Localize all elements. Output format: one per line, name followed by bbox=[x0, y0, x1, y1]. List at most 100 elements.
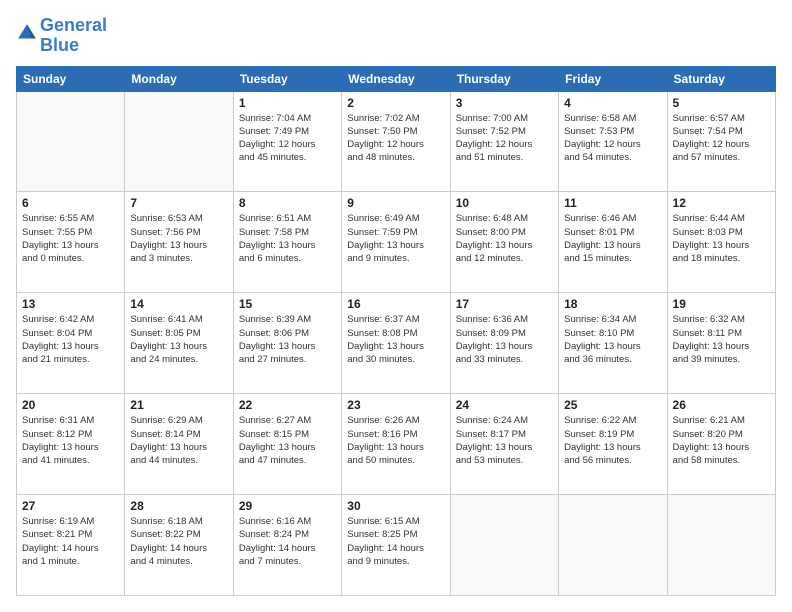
day-cell bbox=[17, 91, 125, 192]
day-number: 15 bbox=[239, 297, 336, 311]
weekday-friday: Friday bbox=[559, 66, 667, 91]
day-info: Sunrise: 6:31 AM Sunset: 8:12 PM Dayligh… bbox=[22, 414, 119, 467]
day-info: Sunrise: 6:19 AM Sunset: 8:21 PM Dayligh… bbox=[22, 515, 119, 568]
logo: General Blue bbox=[16, 16, 107, 56]
day-info: Sunrise: 6:49 AM Sunset: 7:59 PM Dayligh… bbox=[347, 212, 444, 265]
day-cell: 23 Sunrise: 6:26 AM Sunset: 8:16 PM Dayli… bbox=[342, 394, 450, 495]
day-cell: 6 Sunrise: 6:55 AM Sunset: 7:55 PM Daylig… bbox=[17, 192, 125, 293]
day-number: 2 bbox=[347, 96, 444, 110]
day-cell: 20 Sunrise: 6:31 AM Sunset: 8:12 PM Dayli… bbox=[17, 394, 125, 495]
day-cell: 2 Sunrise: 7:02 AM Sunset: 7:50 PM Daylig… bbox=[342, 91, 450, 192]
day-cell: 18Sunrise: 6:34 AM Sunset: 8:10 PM Dayli… bbox=[559, 293, 667, 394]
day-cell: 13Sunrise: 6:42 AM Sunset: 8:04 PM Dayli… bbox=[17, 293, 125, 394]
day-cell bbox=[559, 495, 667, 596]
day-cell: 1 Sunrise: 7:04 AM Sunset: 7:49 PM Daylig… bbox=[233, 91, 341, 192]
day-number: 18 bbox=[564, 297, 661, 311]
day-number: 30 bbox=[347, 499, 444, 513]
day-info: Sunrise: 6:53 AM Sunset: 7:56 PM Dayligh… bbox=[130, 212, 227, 265]
day-number: 6 bbox=[22, 196, 119, 210]
day-cell: 22 Sunrise: 6:27 AM Sunset: 8:15 PM Dayli… bbox=[233, 394, 341, 495]
day-number: 25 bbox=[564, 398, 661, 412]
week-row-2: 6 Sunrise: 6:55 AM Sunset: 7:55 PM Daylig… bbox=[17, 192, 776, 293]
day-number: 13 bbox=[22, 297, 119, 311]
day-cell bbox=[450, 495, 558, 596]
logo-text-line1: General bbox=[40, 16, 107, 36]
day-info: Sunrise: 6:58 AM Sunset: 7:53 PM Dayligh… bbox=[564, 112, 661, 165]
day-cell: 5 Sunrise: 6:57 AM Sunset: 7:54 PM Daylig… bbox=[667, 91, 775, 192]
week-row-1: 1 Sunrise: 7:04 AM Sunset: 7:49 PM Daylig… bbox=[17, 91, 776, 192]
day-info: Sunrise: 7:02 AM Sunset: 7:50 PM Dayligh… bbox=[347, 112, 444, 165]
day-number: 26 bbox=[673, 398, 770, 412]
day-info: Sunrise: 6:22 AM Sunset: 8:19 PM Dayligh… bbox=[564, 414, 661, 467]
day-number: 8 bbox=[239, 196, 336, 210]
day-number: 12 bbox=[673, 196, 770, 210]
day-cell: 30 Sunrise: 6:15 AM Sunset: 8:25 PM Dayli… bbox=[342, 495, 450, 596]
week-row-3: 13Sunrise: 6:42 AM Sunset: 8:04 PM Dayli… bbox=[17, 293, 776, 394]
day-info: Sunrise: 6:29 AM Sunset: 8:14 PM Dayligh… bbox=[130, 414, 227, 467]
day-number: 10 bbox=[456, 196, 553, 210]
day-info: Sunrise: 6:48 AM Sunset: 8:00 PM Dayligh… bbox=[456, 212, 553, 265]
day-info: Sunrise: 6:36 AM Sunset: 8:09 PM Dayligh… bbox=[456, 313, 553, 366]
day-number: 16 bbox=[347, 297, 444, 311]
day-cell: 7 Sunrise: 6:53 AM Sunset: 7:56 PM Daylig… bbox=[125, 192, 233, 293]
day-info: Sunrise: 6:39 AM Sunset: 8:06 PM Dayligh… bbox=[239, 313, 336, 366]
week-row-5: 27 Sunrise: 6:19 AM Sunset: 8:21 PM Dayli… bbox=[17, 495, 776, 596]
day-cell: 25 Sunrise: 6:22 AM Sunset: 8:19 PM Dayli… bbox=[559, 394, 667, 495]
day-cell: 21Sunrise: 6:29 AM Sunset: 8:14 PM Dayli… bbox=[125, 394, 233, 495]
weekday-tuesday: Tuesday bbox=[233, 66, 341, 91]
day-cell: 4 Sunrise: 6:58 AM Sunset: 7:53 PM Daylig… bbox=[559, 91, 667, 192]
day-cell: 27 Sunrise: 6:19 AM Sunset: 8:21 PM Dayli… bbox=[17, 495, 125, 596]
day-number: 14 bbox=[130, 297, 227, 311]
day-info: Sunrise: 6:55 AM Sunset: 7:55 PM Dayligh… bbox=[22, 212, 119, 265]
day-info: Sunrise: 7:04 AM Sunset: 7:49 PM Dayligh… bbox=[239, 112, 336, 165]
day-number: 1 bbox=[239, 96, 336, 110]
page: General Blue SundayMondayTuesdayWednesda… bbox=[0, 0, 792, 612]
day-cell: 15 Sunrise: 6:39 AM Sunset: 8:06 PM Dayli… bbox=[233, 293, 341, 394]
day-cell: 10 Sunrise: 6:48 AM Sunset: 8:00 PM Dayli… bbox=[450, 192, 558, 293]
day-cell: 24Sunrise: 6:24 AM Sunset: 8:17 PM Dayli… bbox=[450, 394, 558, 495]
weekday-header-row: SundayMondayTuesdayWednesdayThursdayFrid… bbox=[17, 66, 776, 91]
week-row-4: 20 Sunrise: 6:31 AM Sunset: 8:12 PM Dayli… bbox=[17, 394, 776, 495]
day-info: Sunrise: 6:57 AM Sunset: 7:54 PM Dayligh… bbox=[673, 112, 770, 165]
day-info: Sunrise: 6:18 AM Sunset: 8:22 PM Dayligh… bbox=[130, 515, 227, 568]
day-number: 4 bbox=[564, 96, 661, 110]
weekday-sunday: Sunday bbox=[17, 66, 125, 91]
weekday-thursday: Thursday bbox=[450, 66, 558, 91]
day-number: 5 bbox=[673, 96, 770, 110]
day-info: Sunrise: 6:24 AM Sunset: 8:17 PM Dayligh… bbox=[456, 414, 553, 467]
day-number: 29 bbox=[239, 499, 336, 513]
day-info: Sunrise: 6:27 AM Sunset: 8:15 PM Dayligh… bbox=[239, 414, 336, 467]
day-info: Sunrise: 6:37 AM Sunset: 8:08 PM Dayligh… bbox=[347, 313, 444, 366]
day-cell: 16 Sunrise: 6:37 AM Sunset: 8:08 PM Dayli… bbox=[342, 293, 450, 394]
day-cell: 26Sunrise: 6:21 AM Sunset: 8:20 PM Dayli… bbox=[667, 394, 775, 495]
day-info: Sunrise: 6:16 AM Sunset: 8:24 PM Dayligh… bbox=[239, 515, 336, 568]
day-info: Sunrise: 6:32 AM Sunset: 8:11 PM Dayligh… bbox=[673, 313, 770, 366]
logo-icon bbox=[16, 22, 38, 44]
day-cell: 3 Sunrise: 7:00 AM Sunset: 7:52 PM Daylig… bbox=[450, 91, 558, 192]
day-number: 28 bbox=[130, 499, 227, 513]
day-cell: 29 Sunrise: 6:16 AM Sunset: 8:24 PM Dayli… bbox=[233, 495, 341, 596]
day-cell: 8 Sunrise: 6:51 AM Sunset: 7:58 PM Daylig… bbox=[233, 192, 341, 293]
day-info: Sunrise: 6:26 AM Sunset: 8:16 PM Dayligh… bbox=[347, 414, 444, 467]
day-number: 9 bbox=[347, 196, 444, 210]
day-number: 27 bbox=[22, 499, 119, 513]
day-number: 17 bbox=[456, 297, 553, 311]
day-number: 11 bbox=[564, 196, 661, 210]
weekday-saturday: Saturday bbox=[667, 66, 775, 91]
weekday-monday: Monday bbox=[125, 66, 233, 91]
day-info: Sunrise: 7:00 AM Sunset: 7:52 PM Dayligh… bbox=[456, 112, 553, 165]
day-cell: 11Sunrise: 6:46 AM Sunset: 8:01 PM Dayli… bbox=[559, 192, 667, 293]
day-cell: 19Sunrise: 6:32 AM Sunset: 8:11 PM Dayli… bbox=[667, 293, 775, 394]
day-number: 22 bbox=[239, 398, 336, 412]
day-number: 23 bbox=[347, 398, 444, 412]
logo-text-line2: Blue bbox=[40, 36, 107, 56]
day-number: 7 bbox=[130, 196, 227, 210]
day-number: 3 bbox=[456, 96, 553, 110]
day-cell bbox=[125, 91, 233, 192]
day-info: Sunrise: 6:41 AM Sunset: 8:05 PM Dayligh… bbox=[130, 313, 227, 366]
header: General Blue bbox=[16, 16, 776, 56]
day-info: Sunrise: 6:15 AM Sunset: 8:25 PM Dayligh… bbox=[347, 515, 444, 568]
day-info: Sunrise: 6:51 AM Sunset: 7:58 PM Dayligh… bbox=[239, 212, 336, 265]
day-cell: 17 Sunrise: 6:36 AM Sunset: 8:09 PM Dayli… bbox=[450, 293, 558, 394]
day-number: 20 bbox=[22, 398, 119, 412]
